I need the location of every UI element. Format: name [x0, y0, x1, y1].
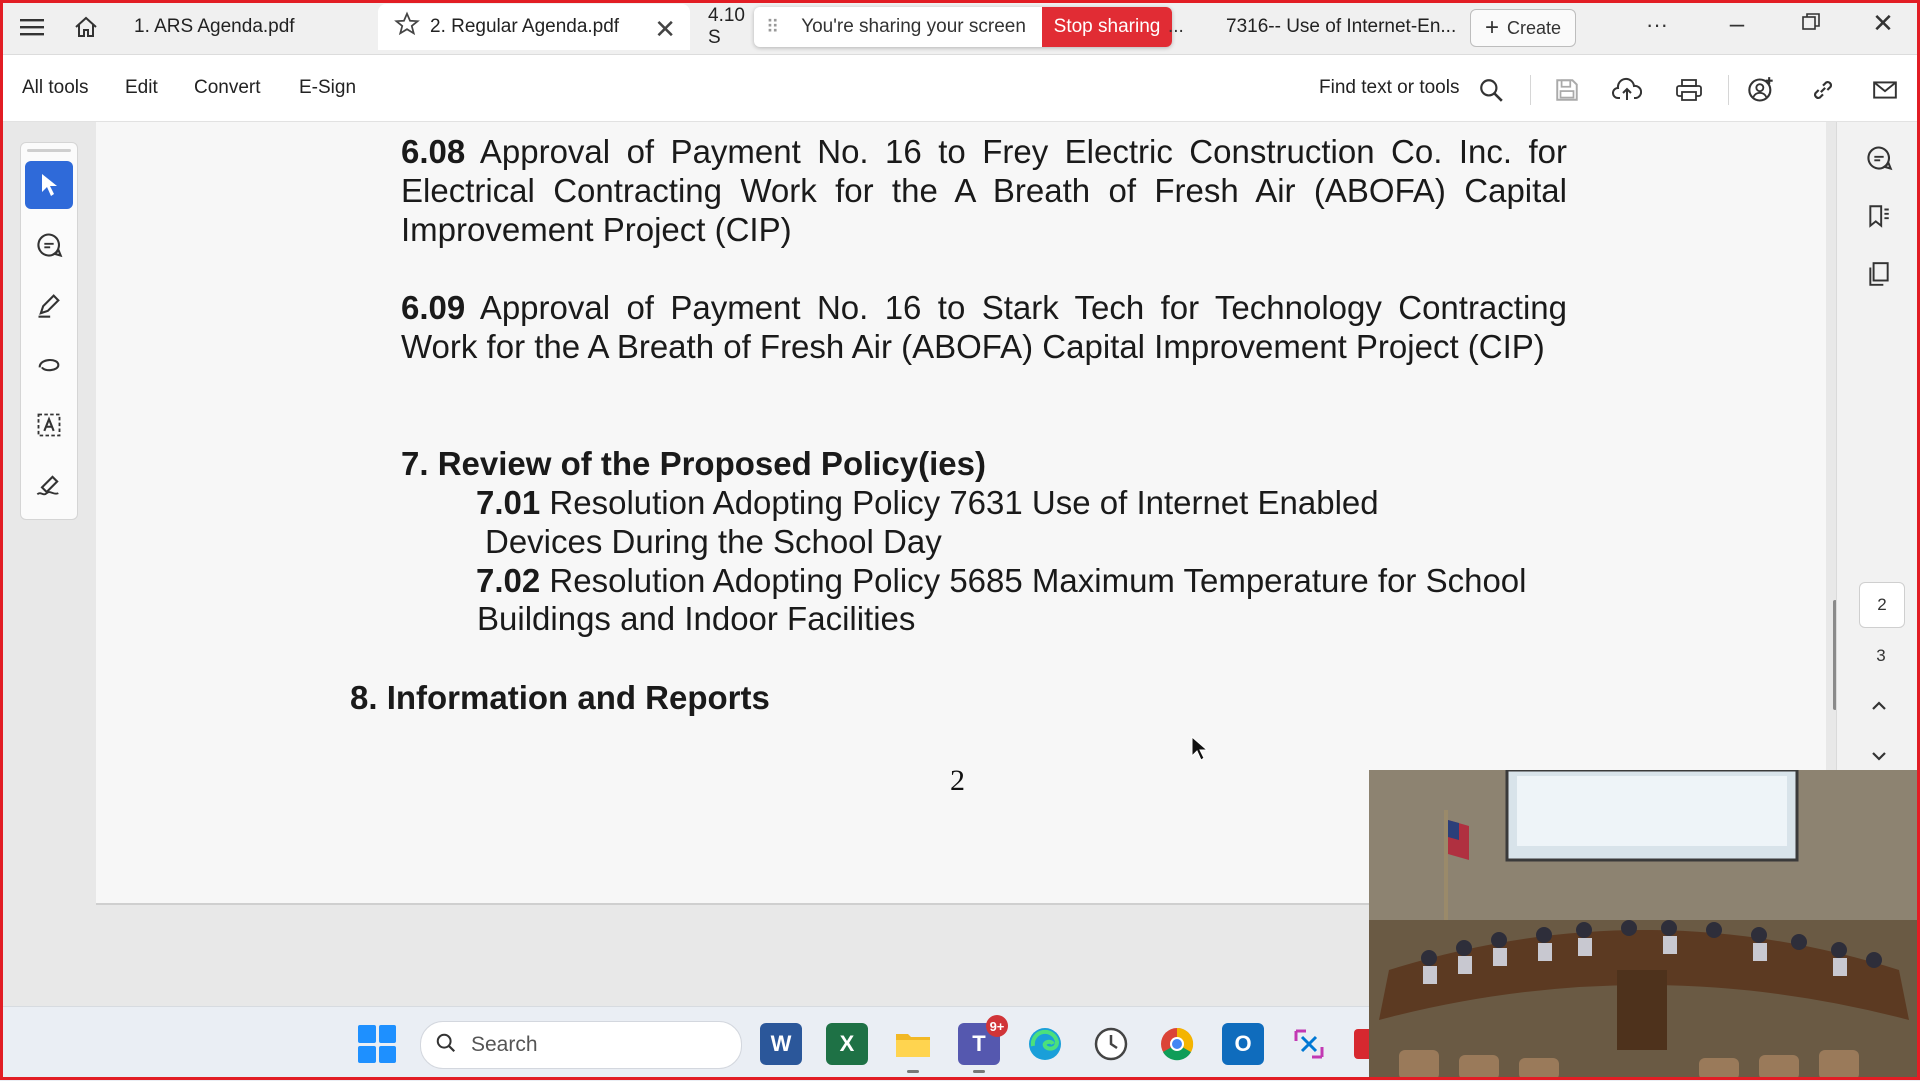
item-text-line2: Devices During the School Day	[485, 523, 942, 560]
item-number: 6.08	[401, 133, 466, 170]
running-indicator	[973, 1070, 985, 1073]
tab-label: 2. Regular Agenda.pdf	[430, 16, 620, 37]
snipping-tool-icon[interactable]	[1288, 1023, 1330, 1065]
print-icon[interactable]	[1672, 73, 1706, 107]
search-placeholder: Search	[471, 1033, 538, 1056]
upload-cloud-icon[interactable]	[1610, 73, 1644, 107]
tab-ars-agenda[interactable]: 1. ARS Agenda.pdf	[114, 4, 372, 50]
email-icon[interactable]	[1868, 73, 1902, 107]
home-icon[interactable]	[68, 10, 104, 44]
meeting-video-overlay	[1369, 770, 1920, 1080]
comments-panel-icon[interactable]	[1861, 140, 1897, 176]
excel-app-icon[interactable]: X	[826, 1023, 868, 1065]
section-8-heading: 8. Information and Reports	[350, 679, 770, 716]
mouse-cursor-icon	[1191, 735, 1209, 767]
select-tool-button[interactable]	[25, 161, 73, 209]
menu-all-tools[interactable]: All tools	[22, 77, 89, 99]
stop-sharing-button[interactable]: Stop sharing	[1042, 7, 1172, 47]
tab-4-10[interactable]: 4.10 S	[690, 4, 760, 50]
acrobat-app-icon[interactable]	[1354, 1029, 1369, 1059]
menu-convert[interactable]: Convert	[194, 77, 261, 99]
tab-label: 1. ARS Agenda.pdf	[134, 16, 295, 37]
outlook-app-icon[interactable]: O	[1222, 1023, 1264, 1065]
comment-tool-icon[interactable]	[25, 221, 73, 269]
search-icon[interactable]	[1474, 73, 1508, 107]
screen-share-bar: ⠿ You're sharing your screen Stop sharin…	[754, 7, 1172, 47]
toolbar-divider	[1728, 75, 1729, 105]
share-user-icon[interactable]	[1744, 73, 1778, 107]
notification-badge: 9+	[986, 1015, 1008, 1037]
page-indicator-current[interactable]: 2	[1859, 582, 1905, 628]
star-icon[interactable]	[394, 11, 420, 43]
chevron-up-icon[interactable]	[1861, 688, 1897, 724]
file-explorer-icon[interactable]	[892, 1023, 934, 1073]
windows-start-icon[interactable]	[358, 1025, 396, 1063]
word-app-icon[interactable]: W	[760, 1023, 802, 1065]
agenda-item-7-02: 7.02 Resolution Adopting Policy 5685 Max…	[476, 561, 1596, 600]
restore-icon[interactable]	[1786, 8, 1836, 39]
highlight-pen-icon[interactable]	[25, 281, 73, 329]
agenda-item-7-01: 7.01 Resolution Adopting Policy 7631 Use…	[476, 483, 1576, 522]
teams-app-icon[interactable]: T 9+	[958, 1015, 1008, 1073]
toolbar-divider	[1530, 75, 1531, 105]
quick-tools-rail	[20, 142, 78, 520]
item-text-line2: Buildings and Indoor Facilities	[477, 600, 916, 637]
close-window-icon[interactable]: ✕	[1858, 8, 1908, 39]
edge-browser-icon[interactable]	[1024, 1023, 1066, 1065]
find-text-or-tools[interactable]: Find text or tools	[1319, 77, 1459, 99]
tab-bar: 1. ARS Agenda.pdf 2. Regular Agenda.pdf …	[0, 0, 1920, 55]
chevron-down-icon[interactable]	[1861, 738, 1897, 774]
tab-regular-agenda[interactable]: 2. Regular Agenda.pdf ✕	[378, 4, 690, 50]
bookmarks-icon[interactable]	[1861, 198, 1897, 234]
drag-handle-icon[interactable]: ⠿	[766, 17, 779, 38]
acrobat-toolbar: All tools Edit Convert E-Sign Find text …	[0, 55, 1920, 122]
link-icon[interactable]	[1806, 73, 1840, 107]
pages-thumbnails-icon[interactable]	[1861, 256, 1897, 292]
text-box-icon[interactable]	[25, 401, 73, 449]
create-label: Create	[1506, 17, 1562, 38]
search-icon	[435, 1032, 457, 1059]
menu-edit[interactable]: Edit	[125, 77, 158, 99]
page-footer-number: 2	[950, 764, 965, 797]
agenda-item-6-09: 6.09 Approval of Payment No. 16 to Stark…	[401, 288, 1567, 366]
chrome-browser-icon[interactable]	[1156, 1023, 1198, 1065]
page-indicator-next[interactable]: 3	[1859, 634, 1903, 678]
item-number: 6.09	[401, 289, 466, 326]
share-status-text: You're sharing your screen	[801, 16, 1026, 37]
rail-grip[interactable]	[27, 149, 71, 152]
taskbar-search-input[interactable]: Search	[420, 1021, 742, 1069]
section-7-heading: 7. Review of the Proposed Policy(ies)	[401, 445, 986, 482]
item-text-line1: Resolution Adopting Policy 7631 Use of I…	[549, 484, 1379, 521]
item-text: Approval of Payment No. 16 to Stark Tech…	[401, 289, 1567, 365]
sign-pen-icon[interactable]	[25, 461, 73, 509]
tab-label: 7316-- Use of Internet-En...	[1226, 16, 1457, 37]
create-button[interactable]: + Create	[1470, 9, 1576, 47]
item-number: 7.01	[476, 484, 541, 521]
item-number: 7.02	[476, 562, 541, 599]
tab-label: 4.10 S	[708, 5, 745, 48]
share-bar-more[interactable]: ...	[1168, 16, 1184, 38]
clock-app-icon[interactable]	[1090, 1023, 1132, 1065]
save-icon[interactable]	[1550, 73, 1584, 107]
menu-esign[interactable]: E-Sign	[299, 77, 356, 99]
minimize-icon[interactable]: –	[1712, 8, 1762, 39]
running-indicator	[907, 1070, 919, 1073]
item-text: Approval of Payment No. 16 to Frey Elect…	[401, 133, 1567, 248]
close-tab-icon[interactable]: ✕	[654, 14, 676, 45]
item-text-line1: Resolution Adopting Policy 5685 Maximum …	[549, 562, 1527, 599]
draw-freeform-icon[interactable]	[25, 341, 73, 389]
agenda-item-6-08: 6.08 Approval of Payment No. 16 to Frey …	[401, 132, 1567, 249]
hamburger-menu-icon[interactable]	[14, 10, 50, 44]
more-options-icon[interactable]: ···	[1632, 12, 1682, 38]
plus-icon: +	[1484, 14, 1499, 41]
tab-7316-use-of-internet[interactable]: 7316-- Use of Internet-En...	[1206, 4, 1464, 50]
